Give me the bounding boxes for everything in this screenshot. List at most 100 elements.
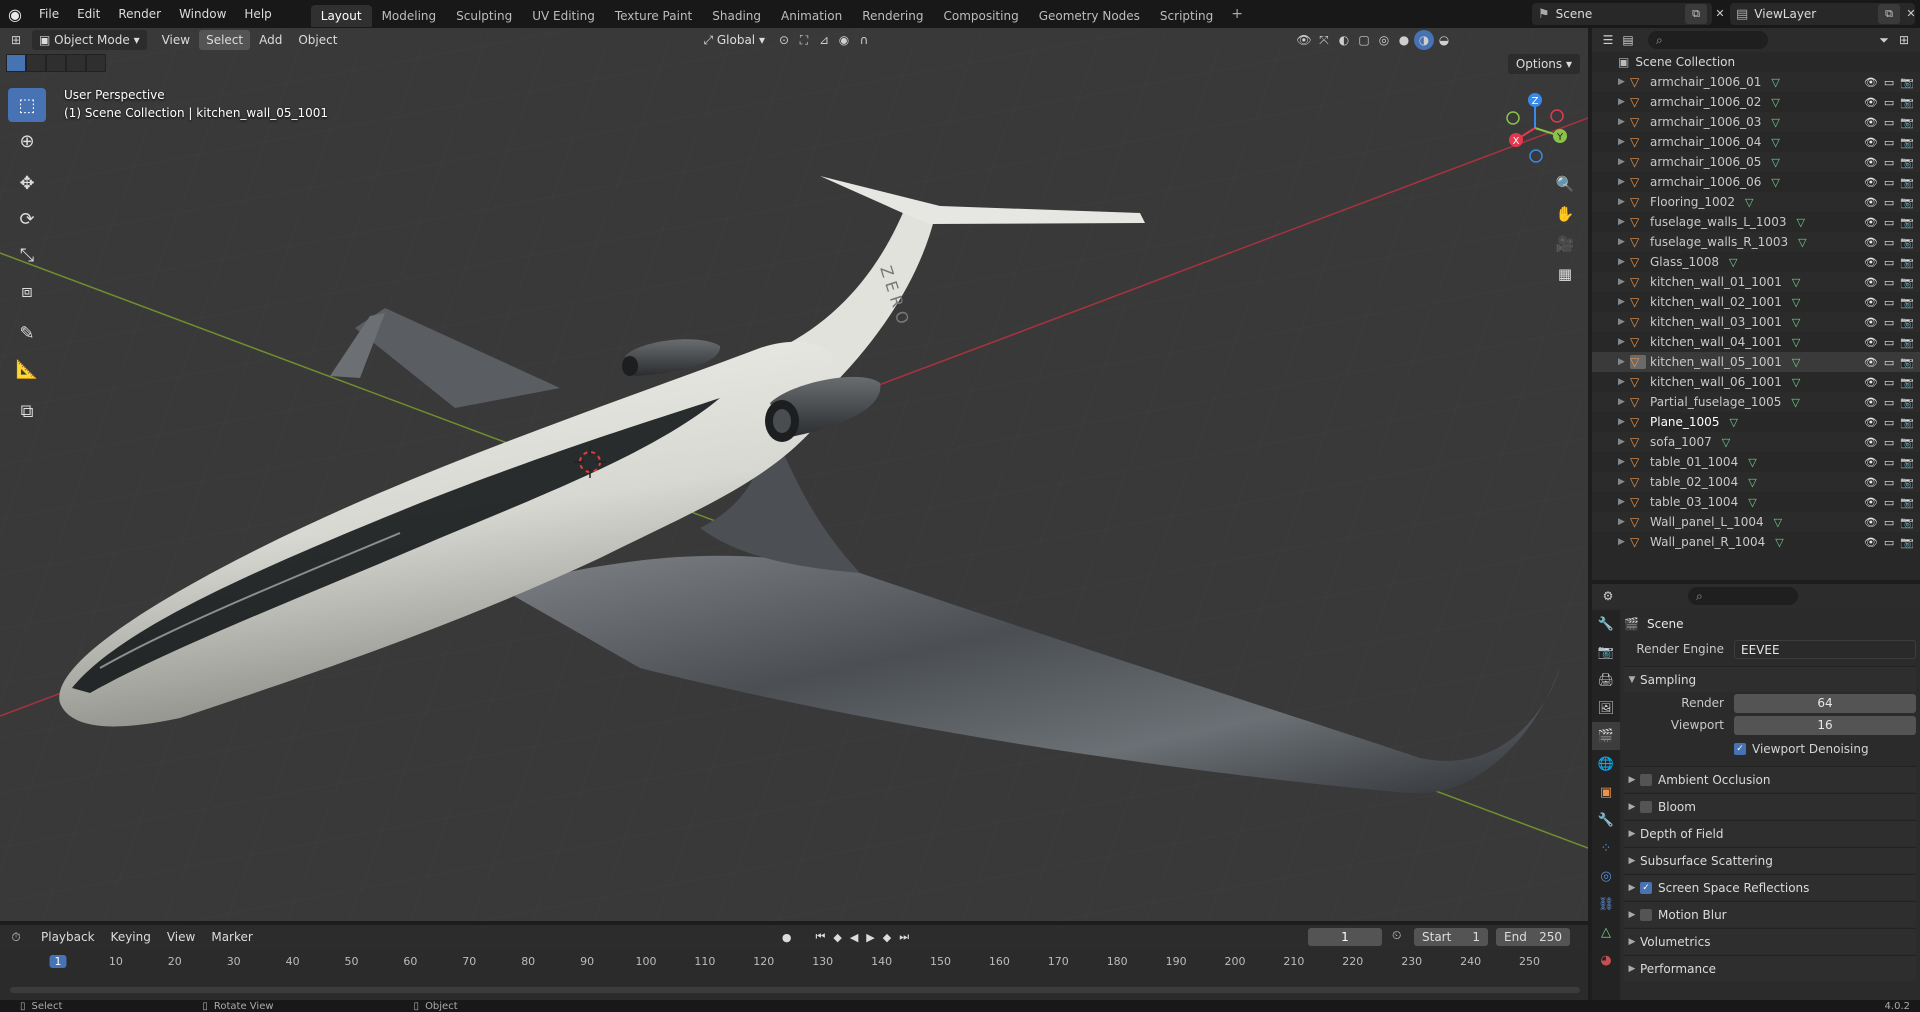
checkbox-icon[interactable] — [1640, 800, 1652, 813]
viewport-toggle-icon[interactable]: ▭ — [1884, 516, 1894, 529]
filter-icon[interactable]: ⏷ — [1874, 30, 1894, 50]
mesh-data-icon[interactable]: ▽ — [1748, 496, 1756, 509]
timeline-editor-icon[interactable]: ⏱ — [6, 927, 26, 947]
expand-arrow-icon[interactable]: ▶ — [1618, 117, 1630, 127]
viewport-menu-add[interactable]: Add — [252, 30, 289, 50]
panel-volumetrics[interactable]: ▶ Volumetrics — [1624, 928, 1916, 954]
xray-icon[interactable]: ▢ — [1354, 30, 1374, 50]
select-invert-icon[interactable] — [66, 54, 86, 72]
expand-arrow-icon[interactable]: ▶ — [1618, 497, 1630, 507]
expand-arrow-icon[interactable]: ▶ — [1618, 217, 1630, 227]
pan-hand-icon[interactable]: ✋ — [1551, 200, 1579, 228]
mesh-data-icon[interactable]: ▽ — [1771, 96, 1779, 109]
eye-icon[interactable]: 👁 — [1864, 316, 1878, 329]
outliner-row[interactable]: ▶ ▽ table_01_1004 ▽ 👁 ▭ 📷 — [1592, 452, 1920, 472]
viewport-toggle-icon[interactable]: ▭ — [1884, 396, 1894, 409]
tab-geometry-nodes[interactable]: Geometry Nodes — [1029, 5, 1150, 27]
gizmo-toggle-icon[interactable]: ⤧ — [1314, 30, 1334, 50]
jump-end-icon[interactable]: ⏭ — [899, 930, 909, 944]
viewport-toggle-icon[interactable]: ▭ — [1884, 376, 1894, 389]
add-workspace-button[interactable]: + — [1223, 6, 1251, 22]
rotate-tool[interactable]: ⟳ — [8, 202, 46, 236]
render-toggle-icon[interactable]: 📷 — [1900, 296, 1914, 309]
viewport-toggle-icon[interactable]: ▭ — [1884, 196, 1894, 209]
expand-arrow-icon[interactable]: ▶ — [1618, 317, 1630, 327]
outliner-row[interactable]: ▶ ▽ kitchen_wall_02_1001 ▽ 👁 ▭ 📷 — [1592, 292, 1920, 312]
mesh-data-icon[interactable]: ▽ — [1792, 336, 1800, 349]
panel-subsurface-scattering[interactable]: ▶ Subsurface Scattering — [1624, 847, 1916, 873]
new-scene-button[interactable]: ⧉ — [1685, 4, 1707, 24]
panel-screen-space-reflections[interactable]: ▶ ✓ Screen Space Reflections — [1624, 874, 1916, 900]
outliner-row[interactable]: ▶ ▽ armchair_1006_02 ▽ 👁 ▭ 📷 — [1592, 92, 1920, 112]
modifier-tab-icon[interactable]: 🔧 — [1592, 806, 1620, 834]
timeline-menu-view[interactable]: View — [160, 927, 202, 947]
mesh-data-icon[interactable]: ▽ — [1771, 156, 1779, 169]
select-intersect-icon[interactable] — [86, 54, 106, 72]
viewport-toggle-icon[interactable]: ▭ — [1884, 316, 1894, 329]
scene-tab-icon[interactable]: 🎬 — [1592, 722, 1620, 750]
mesh-data-icon[interactable]: ▽ — [1792, 296, 1800, 309]
ortho-toggle-icon[interactable]: ▦ — [1551, 260, 1579, 288]
eye-icon[interactable]: 👁 — [1864, 236, 1878, 249]
3d-viewport[interactable]: Z E R O ⊞ ▣ Object Mode ▾ View Select Add O… — [0, 28, 1588, 921]
annotate-tool[interactable]: ✎ — [8, 316, 46, 350]
end-frame-field[interactable]: End 250 — [1496, 928, 1570, 946]
jump-start-icon[interactable]: ⏮ — [815, 930, 825, 944]
mesh-data-icon[interactable]: ▽ — [1796, 216, 1804, 229]
expand-arrow-icon[interactable]: ▶ — [1618, 157, 1630, 167]
transform-tool[interactable]: ⧈ — [8, 274, 46, 308]
mode-selector[interactable]: ▣ Object Mode ▾ — [32, 30, 147, 50]
outliner-row[interactable]: ▶ ▽ Wall_panel_R_1004 ▽ 👁 ▭ 📷 — [1592, 532, 1920, 552]
outliner-editor-icon[interactable]: ☰ — [1598, 30, 1618, 50]
render-toggle-icon[interactable]: 📷 — [1900, 256, 1914, 269]
render-toggle-icon[interactable]: 📷 — [1900, 96, 1914, 109]
eye-icon[interactable]: 👁 — [1864, 516, 1878, 529]
tab-modeling[interactable]: Modeling — [372, 5, 447, 27]
proportional-edit-icon[interactable]: ◉ — [834, 30, 854, 50]
rendered-shading-icon[interactable]: ◒ — [1434, 30, 1454, 50]
eye-icon[interactable]: 👁 — [1864, 356, 1878, 369]
menu-render[interactable]: Render — [109, 0, 170, 28]
mesh-data-icon[interactable]: ▽ — [1722, 436, 1730, 449]
checkbox-checked-icon[interactable]: ✓ — [1640, 881, 1652, 894]
wireframe-shading-icon[interactable]: ◎ — [1374, 30, 1394, 50]
viewport-toggle-icon[interactable]: ▭ — [1884, 476, 1894, 489]
eye-icon[interactable]: 👁 — [1864, 96, 1878, 109]
outliner-row[interactable]: ▶ ▽ Flooring_1002 ▽ 👁 ▭ 📷 — [1592, 192, 1920, 212]
outliner-row[interactable]: ▶ ▽ armchair_1006_05 ▽ 👁 ▭ 📷 — [1592, 152, 1920, 172]
mesh-data-icon[interactable]: ▽ — [1771, 76, 1779, 89]
outliner-row[interactable]: ▶ ▽ table_02_1004 ▽ 👁 ▭ 📷 — [1592, 472, 1920, 492]
mesh-data-icon[interactable]: ▽ — [1745, 196, 1753, 209]
render-toggle-icon[interactable]: 📷 — [1900, 236, 1914, 249]
viewport-menu-select[interactable]: Select — [199, 30, 251, 50]
constraints-tab-icon[interactable]: ⛓ — [1592, 890, 1620, 918]
render-toggle-icon[interactable]: 📷 — [1900, 136, 1914, 149]
expand-arrow-icon[interactable]: ▶ — [1618, 197, 1630, 207]
move-tool[interactable]: ✥ — [8, 166, 46, 200]
panel-depth-of-field[interactable]: ▶ Depth of Field — [1624, 820, 1916, 846]
viewport-menu-object[interactable]: Object — [291, 30, 344, 50]
scale-tool[interactable]: ⤡ — [8, 238, 46, 272]
eye-icon[interactable]: 👁 — [1864, 436, 1878, 449]
add-cube-tool[interactable]: ⧉ — [8, 394, 46, 428]
outliner-row[interactable]: ▶ ▽ kitchen_wall_06_1001 ▽ 👁 ▭ 📷 — [1592, 372, 1920, 392]
render-toggle-icon[interactable]: 📷 — [1900, 116, 1914, 129]
viewport-toggle-icon[interactable]: ▭ — [1884, 456, 1894, 469]
viewport-toggle-icon[interactable]: ▭ — [1884, 436, 1894, 449]
eye-icon[interactable]: 👁 — [1864, 456, 1878, 469]
viewport-toggle-icon[interactable]: ▭ — [1884, 136, 1894, 149]
editor-type-icon[interactable]: ⊞ — [6, 30, 26, 50]
outliner-row[interactable]: ▶ ▽ Glass_1008 ▽ 👁 ▭ 📷 — [1592, 252, 1920, 272]
eye-icon[interactable]: 👁 — [1864, 136, 1878, 149]
mesh-data-icon[interactable]: ▽ — [1729, 256, 1737, 269]
expand-arrow-icon[interactable]: ▶ — [1618, 297, 1630, 307]
timeline-scrollbar[interactable] — [10, 987, 1580, 993]
render-toggle-icon[interactable]: 📷 — [1900, 376, 1914, 389]
data-tab-icon[interactable]: △ — [1592, 918, 1620, 946]
mesh-data-icon[interactable]: ▽ — [1771, 116, 1779, 129]
current-frame-field[interactable]: 1 — [1308, 928, 1382, 946]
material-tab-icon[interactable]: ◕ — [1592, 946, 1620, 974]
viewport-toggle-icon[interactable]: ▭ — [1884, 416, 1894, 429]
expand-arrow-icon[interactable]: ▶ — [1618, 257, 1630, 267]
outliner-row[interactable]: ▶ ▽ Plane_1005 ▽ 👁 ▭ 📷 — [1592, 412, 1920, 432]
